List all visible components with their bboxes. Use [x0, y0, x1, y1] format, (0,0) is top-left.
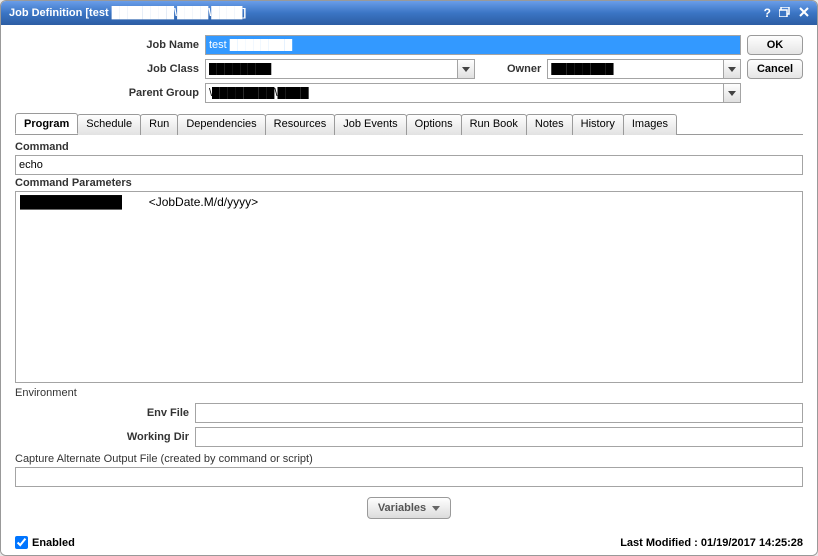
titlebar: Job Definition [test ████████\████\████]…: [1, 1, 817, 25]
job-class-dropdown-button[interactable]: [457, 59, 475, 79]
command-input[interactable]: [15, 155, 803, 175]
tab-run-book[interactable]: Run Book: [461, 114, 527, 135]
chevron-down-icon: [462, 67, 470, 72]
variables-button-label: Variables: [378, 502, 426, 514]
capture-output-input[interactable]: [15, 467, 803, 487]
footer: Enabled Last Modified : 01/19/2017 14:25…: [15, 528, 803, 549]
job-class-label: Job Class: [15, 63, 205, 75]
capture-output-label: Capture Alternate Output File (created b…: [15, 453, 803, 465]
job-definition-window: Job Definition [test ████████\████\████]…: [0, 0, 818, 556]
tab-options[interactable]: Options: [406, 114, 462, 135]
ok-button[interactable]: OK: [747, 35, 803, 55]
job-class-input[interactable]: [205, 59, 457, 79]
working-dir-input[interactable]: [195, 427, 803, 447]
variables-button[interactable]: Variables: [367, 497, 451, 519]
enabled-label: Enabled: [32, 537, 75, 549]
tab-schedule[interactable]: Schedule: [77, 114, 141, 135]
tab-run[interactable]: Run: [140, 114, 178, 135]
chevron-down-icon: [728, 67, 736, 72]
tab-dependencies[interactable]: Dependencies: [177, 114, 265, 135]
window-title: Job Definition [test ████████\████\████]: [9, 7, 246, 19]
restore-icon[interactable]: [779, 6, 791, 20]
close-icon[interactable]: [799, 6, 809, 20]
tab-content-program: Command Command Parameters Environment E…: [15, 135, 803, 528]
owner-dropdown-button[interactable]: [723, 59, 741, 79]
job-name-label: Job Name: [15, 39, 205, 51]
window-body: Job Name Job Class Owner: [1, 25, 817, 555]
tab-program[interactable]: Program: [15, 113, 78, 134]
job-name-input[interactable]: [205, 35, 741, 55]
enabled-checkbox[interactable]: [15, 536, 28, 549]
help-icon[interactable]: ?: [764, 6, 771, 20]
owner-label: Owner: [475, 63, 547, 75]
owner-input[interactable]: [547, 59, 723, 79]
chevron-down-icon: [432, 506, 440, 511]
env-file-input[interactable]: [195, 403, 803, 423]
env-file-label: Env File: [15, 407, 195, 419]
environment-label: Environment: [15, 387, 803, 399]
working-dir-label: Working Dir: [15, 431, 195, 443]
chevron-down-icon: [728, 91, 736, 96]
tab-resources[interactable]: Resources: [265, 114, 336, 135]
cancel-button[interactable]: Cancel: [747, 59, 803, 79]
tab-job-events[interactable]: Job Events: [334, 114, 406, 135]
command-parameters-label: Command Parameters: [15, 177, 803, 189]
tab-images[interactable]: Images: [623, 114, 677, 135]
parent-group-dropdown-button[interactable]: [723, 83, 741, 103]
command-parameters-textarea[interactable]: [15, 191, 803, 383]
command-label: Command: [15, 141, 803, 153]
tabs-bar: Program Schedule Run Dependencies Resour…: [15, 113, 803, 135]
last-modified-label: Last Modified : 01/19/2017 14:25:28: [620, 537, 803, 549]
tab-history[interactable]: History: [572, 114, 624, 135]
parent-group-input[interactable]: [205, 83, 723, 103]
tab-notes[interactable]: Notes: [526, 114, 573, 135]
parent-group-label: Parent Group: [15, 87, 205, 99]
